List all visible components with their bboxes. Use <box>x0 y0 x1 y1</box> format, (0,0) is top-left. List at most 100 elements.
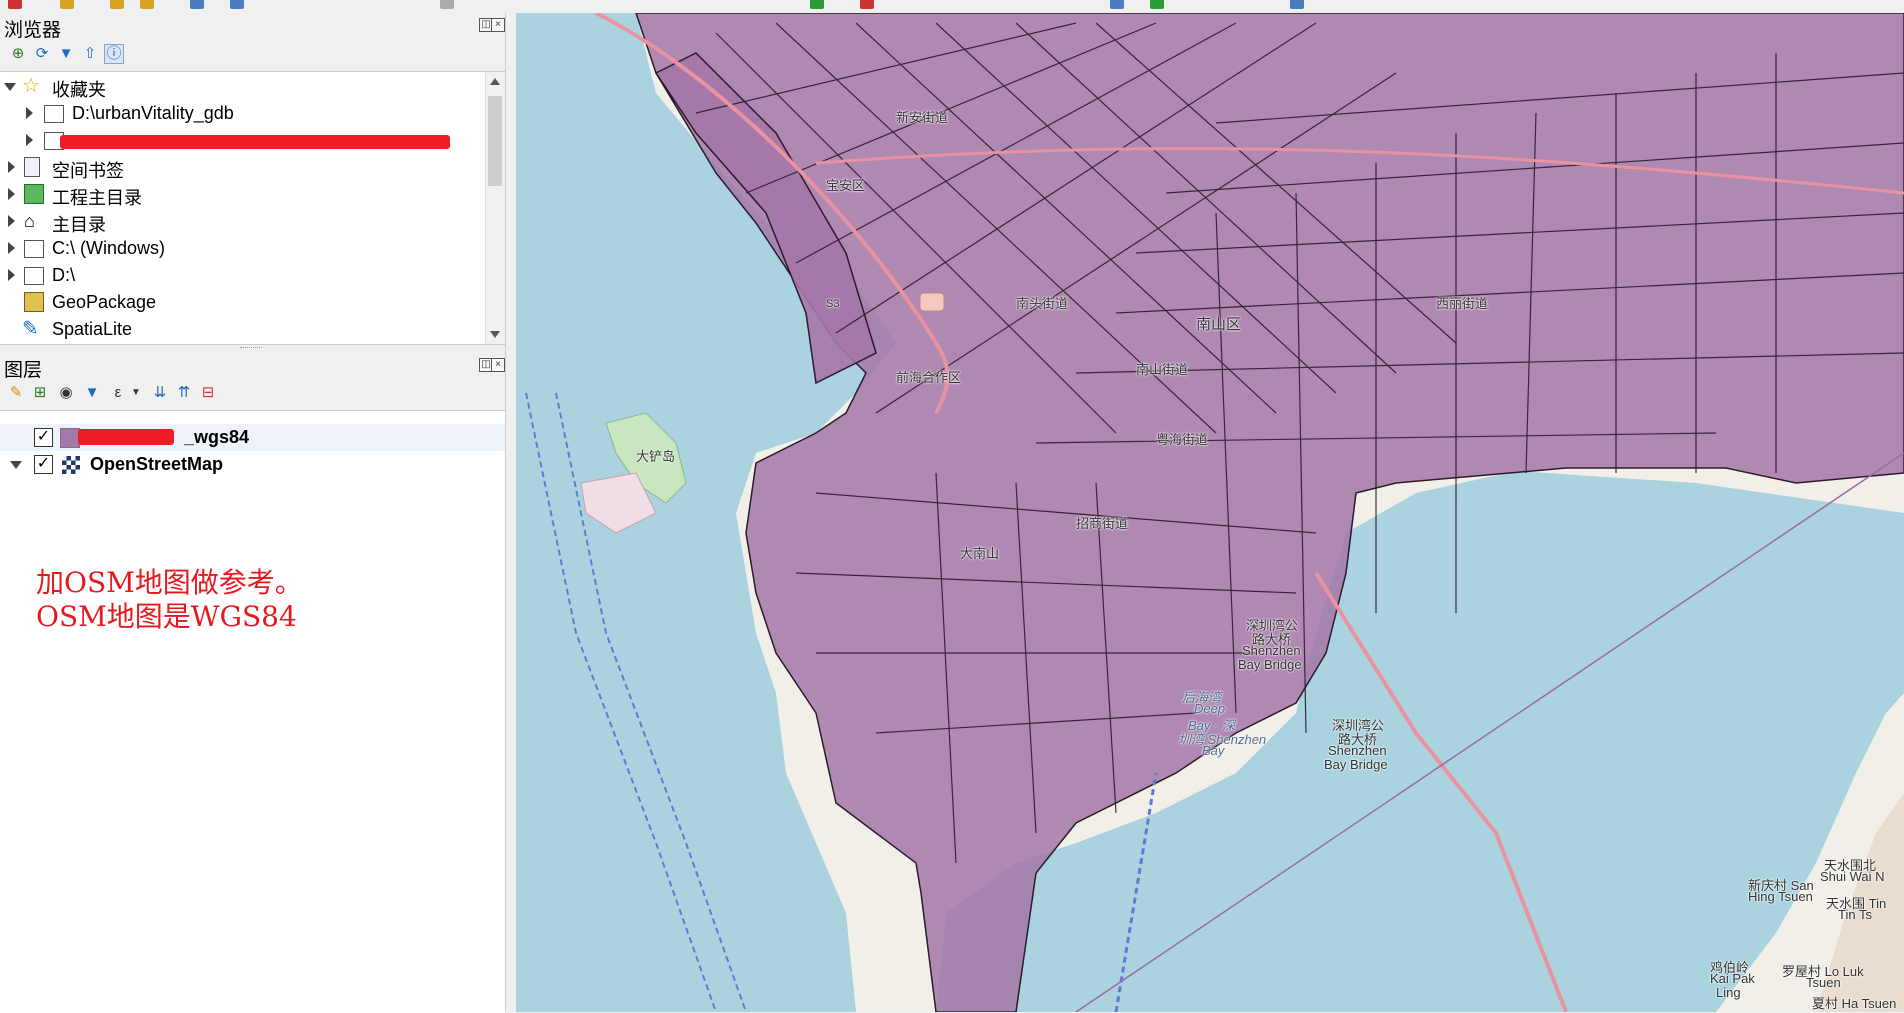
tree-item-redacted[interactable] <box>0 127 485 154</box>
road-shield-label: S3 <box>826 298 840 310</box>
layer-visibility-checkbox[interactable]: ✓ <box>34 455 53 474</box>
tree-item-d-drive[interactable]: D:\ <box>0 262 485 289</box>
browser-scrollbar[interactable] <box>485 72 505 344</box>
refresh-icon[interactable]: ⟳ <box>32 44 52 64</box>
map-label: Shui Wai N <box>1820 869 1885 884</box>
layer-name: _wgs84 <box>184 427 250 447</box>
expand-arrow-icon[interactable] <box>4 83 16 91</box>
tree-label: D:\ <box>52 265 76 285</box>
toolbar-icon[interactable] <box>230 0 244 9</box>
collapse-all-icon[interactable]: ⇧ <box>80 44 100 64</box>
toolbar-icon[interactable] <box>60 0 74 9</box>
tree-label: 空间书签 <box>52 161 124 181</box>
home-icon: ⌂ <box>24 211 35 231</box>
toolbar-icon[interactable] <box>860 0 874 9</box>
annotation-line: 加OSM地图做参考。 <box>36 566 303 599</box>
layers-panel-title: 图层 <box>4 360 43 381</box>
folder-icon <box>24 267 44 285</box>
browser-panel-title: 浏览器 <box>4 20 62 41</box>
map-label: 南山街道 <box>1136 362 1189 377</box>
geopackage-icon <box>24 292 44 312</box>
map-label: Shenzhen <box>1328 743 1387 758</box>
map-label: 大南山 <box>960 546 1000 561</box>
toolbar-icon[interactable] <box>1150 0 1164 9</box>
map-label: 前海合作区 <box>896 370 962 385</box>
layer-row-wgs84[interactable]: ✓ _wgs84 <box>0 424 505 451</box>
toolbar-icon[interactable] <box>1290 0 1304 9</box>
expand-arrow-icon[interactable] <box>8 242 15 254</box>
add-layer-icon[interactable]: ⊕ <box>8 44 28 64</box>
expand-arrow-icon[interactable] <box>8 269 15 281</box>
close-panel-button[interactable]: × <box>491 18 505 32</box>
expand-arrow-icon[interactable] <box>26 134 33 146</box>
redaction-mark <box>78 429 174 445</box>
toolbar-icon[interactable] <box>140 0 154 9</box>
expression-filter-icon[interactable]: ε <box>108 383 128 403</box>
map-label: 招商街道 <box>1076 516 1129 531</box>
style-manager-icon[interactable]: ✎ <box>6 383 26 403</box>
toolbar-icon[interactable] <box>110 0 124 9</box>
expand-all-icon[interactable]: ⇊ <box>150 383 170 403</box>
toolbar-icon[interactable] <box>440 0 454 9</box>
toolbar-icon[interactable] <box>1110 0 1124 9</box>
properties-icon[interactable]: ⓘ <box>104 44 124 64</box>
toolbar-icon[interactable] <box>810 0 824 9</box>
tree-item-spatial-bookmarks[interactable]: 空间书签 <box>0 154 485 181</box>
tree-item-home[interactable]: ⌂ 主目录 <box>0 208 485 235</box>
remove-layer-icon[interactable]: ⊟ <box>198 383 218 403</box>
map-label: Tin Ts <box>1838 907 1872 922</box>
folder-icon <box>24 240 44 258</box>
panel-splitter[interactable] <box>240 347 262 351</box>
tree-item-spatialite[interactable]: ✎ SpatiaLite <box>0 316 485 343</box>
layer-name: OpenStreetMap <box>90 454 224 474</box>
star-icon: ☆ <box>22 75 40 97</box>
map-label: 粤海街道 <box>1156 432 1209 447</box>
map-label: Ling <box>1716 985 1741 1000</box>
tree-label: SpatiaLite <box>52 319 133 339</box>
map-canvas[interactable]: 宝安区 南山区 大铲岛 南头街道 南山街道 前海合作区 招商街道 粤海街道 新安… <box>516 13 1904 1012</box>
map-label: 南山区 <box>1196 316 1242 333</box>
map-label: Bay Bridge <box>1324 757 1388 772</box>
toolbar-icon[interactable] <box>190 0 204 9</box>
folder-icon <box>44 105 64 123</box>
tree-item-geopackage[interactable]: GeoPackage <box>0 289 485 316</box>
tree-label: 工程主目录 <box>52 188 142 208</box>
layers-toolbar: ✎ ⊞ ◉ ▼ ε ▼ ⇊ ⇈ ⊟ <box>0 380 505 406</box>
layer-visibility-checkbox[interactable]: ✓ <box>34 428 53 447</box>
map-rendering[interactable] <box>516 13 1904 1012</box>
collapse-all-icon[interactable]: ⇈ <box>174 383 194 403</box>
tree-item-urbanvitality[interactable]: D:\urbanVitality_gdb <box>0 100 485 127</box>
map-label: 夏村 Ha Tsuen <box>1812 996 1897 1011</box>
expand-arrow-icon[interactable] <box>8 215 15 227</box>
map-label: Bay Bridge <box>1238 657 1302 672</box>
map-label: 南头街道 <box>1016 296 1069 311</box>
chevron-down-icon[interactable]: ▼ <box>126 383 146 403</box>
filter-icon[interactable]: ▼ <box>56 44 76 64</box>
map-label: Shenzhen <box>1242 643 1301 658</box>
tree-item-c-drive[interactable]: C:\ (Windows) <box>0 235 485 262</box>
tree-item-project-home[interactable]: 工程主目录 <box>0 181 485 208</box>
scroll-thumb[interactable] <box>488 96 502 186</box>
water-label: Deep <box>1194 701 1226 716</box>
tree-label: 收藏夹 <box>52 80 106 100</box>
expand-arrow-icon[interactable] <box>8 188 15 200</box>
expand-arrow-icon[interactable] <box>26 107 33 119</box>
toolbar-icon[interactable] <box>8 0 22 9</box>
water-label: Bay <box>1202 743 1225 758</box>
visibility-icon[interactable]: ◉ <box>56 383 76 403</box>
add-group-icon[interactable]: ⊞ <box>30 383 50 403</box>
close-panel-button[interactable]: × <box>491 358 505 372</box>
annotation-line: OSM地图是WGS84 <box>36 600 297 633</box>
browser-panel-header: 浏览器 ◫ × <box>0 13 505 41</box>
spatialite-icon: ✎ <box>22 318 39 340</box>
map-label: 大铲岛 <box>636 449 676 464</box>
scroll-down-icon[interactable] <box>490 331 500 338</box>
scroll-up-icon[interactable] <box>490 78 500 85</box>
expand-arrow-icon[interactable] <box>10 461 22 469</box>
filter-legend-icon[interactable]: ▼ <box>82 383 102 403</box>
layer-row-openstreetmap[interactable]: ✓ OpenStreetMap <box>0 451 505 478</box>
layers-panel-header: 图层 ◫ × <box>0 353 505 381</box>
tree-item-favorites[interactable]: ☆ 收藏夹 <box>0 73 485 100</box>
expand-arrow-icon[interactable] <box>8 161 15 173</box>
layer-symbol-swatch <box>60 428 80 448</box>
